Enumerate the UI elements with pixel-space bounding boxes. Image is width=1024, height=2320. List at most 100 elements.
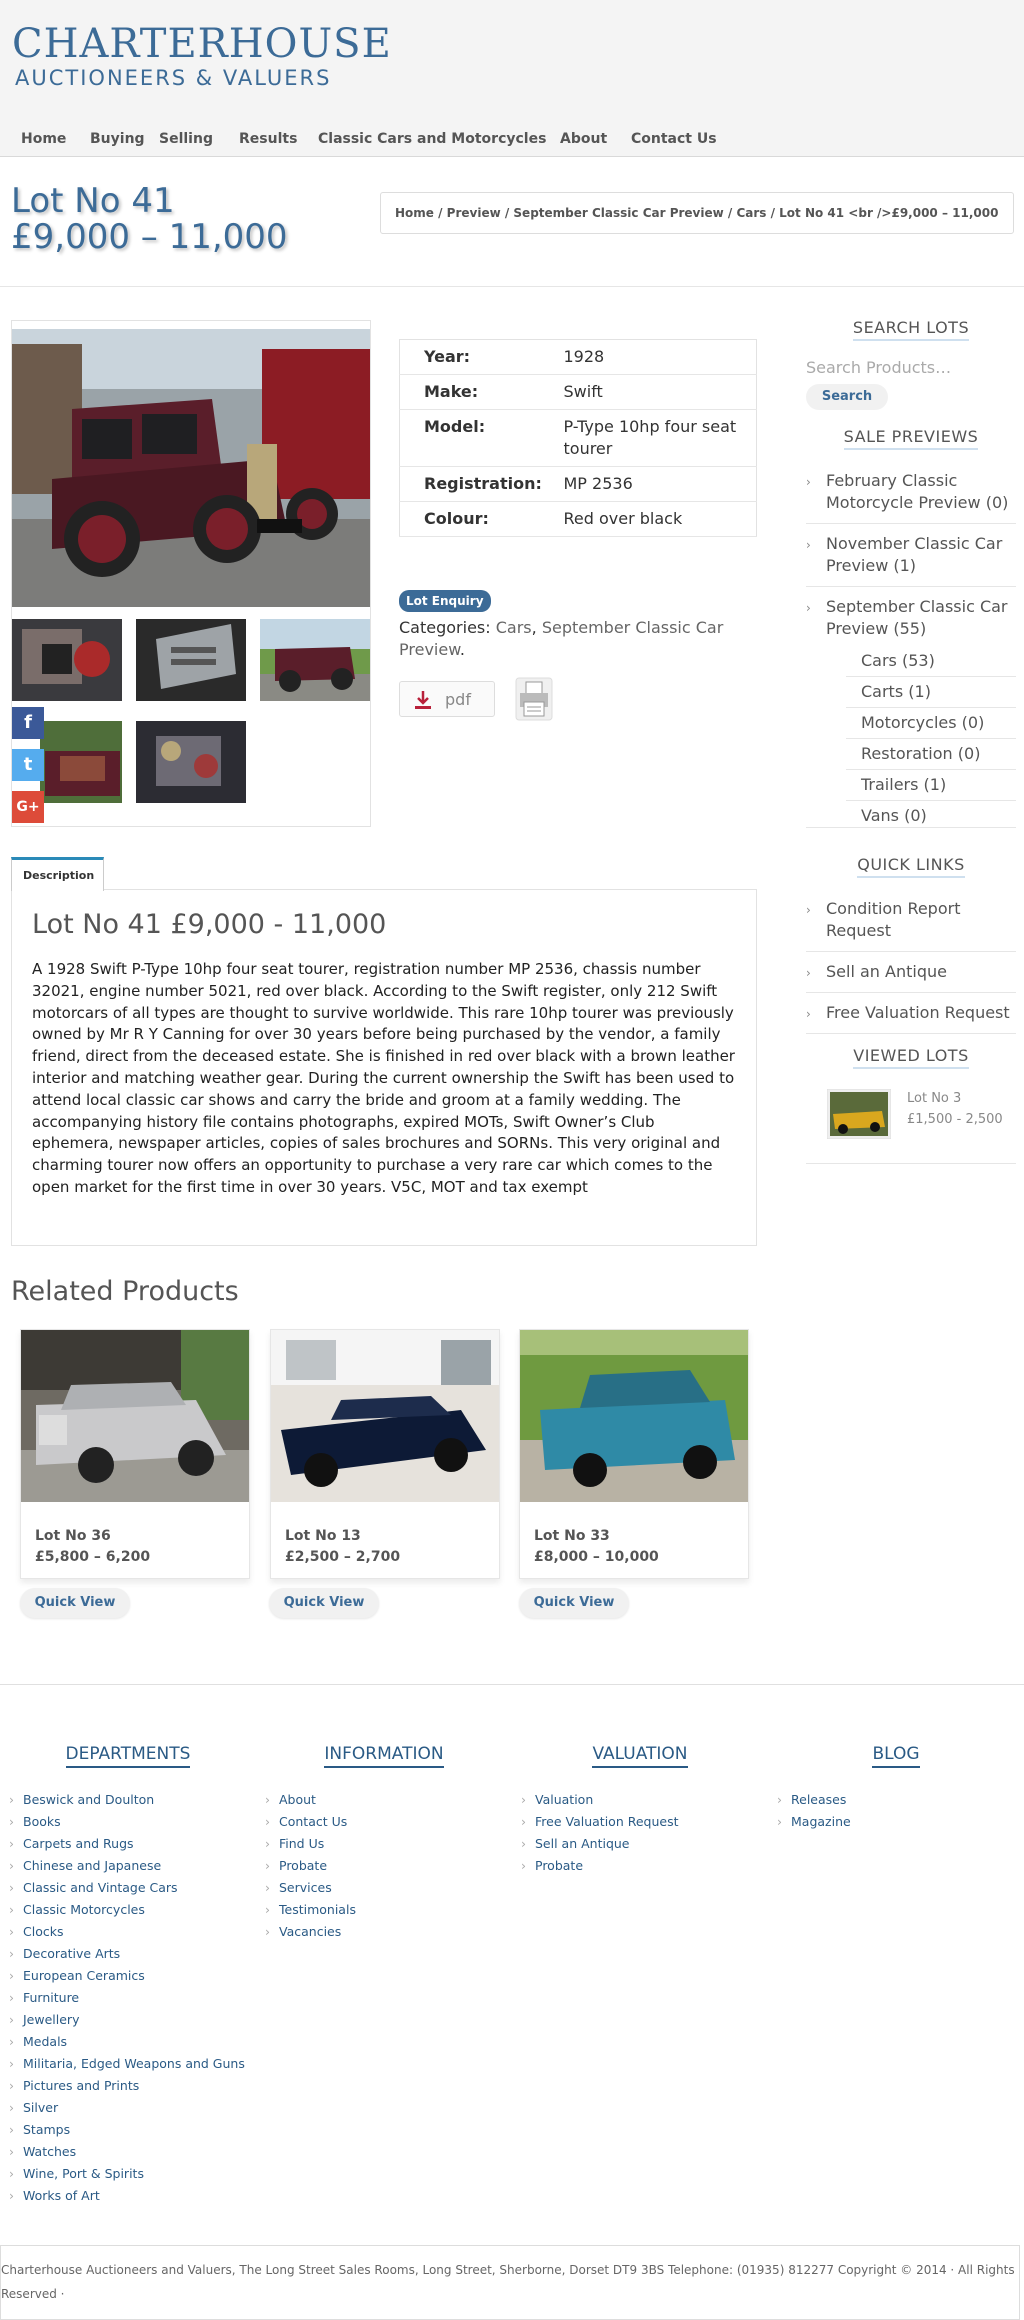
footer-link[interactable]: Wine, Port & Spirits [9,2163,245,2185]
footer-link[interactable]: Works of Art [9,2185,245,2207]
footer-link[interactable]: Valuation [521,1789,679,1811]
quick-view-button[interactable]: Quick View [519,1588,629,1618]
sidebar-subitem-vans[interactable]: Vans (0) [846,800,1016,831]
footer-link[interactable]: Testimonials [265,1899,356,1921]
nav-results[interactable]: Results [239,131,318,147]
sub-count: (1) [923,775,947,794]
main-product-photo[interactable] [12,329,370,607]
gallery-thumb[interactable] [136,721,246,803]
google-plus-icon[interactable]: G+ [12,791,44,823]
tab-description[interactable]: Description [11,857,104,891]
chevron-right-icon: › [806,475,811,489]
logo-name: CHARTERHOUSE [12,21,392,67]
related-lot-price: £8,000 – 10,000 [534,1549,659,1565]
sidebar-link-sell-antique[interactable]: › Sell an Antique [806,960,1016,993]
footer-link[interactable]: Medals [9,2031,245,2053]
viewed-lot-name[interactable]: Lot No 3 [907,1091,961,1106]
related-product-card[interactable]: Lot No 33 £8,000 – 10,000 [519,1329,749,1579]
footer-link[interactable]: Militaria, Edged Weapons and Guns [9,2053,245,2075]
related-product-card[interactable]: Lot No 36 £5,800 – 6,200 [20,1329,250,1579]
footer-link[interactable]: Decorative Arts [9,1943,245,1965]
spec-row: Year: 1928 [399,339,757,375]
sidebar-link-condition-report[interactable]: › Condition Report Request [806,897,1016,952]
footer-link[interactable]: Stamps [9,2119,245,2141]
footer-link[interactable]: Silver [9,2097,245,2119]
gallery-thumb[interactable] [12,619,122,701]
spec-row: Model: P-Type 10hp four seat tourer [399,409,757,467]
logo-tagline: AUCTIONEERS & VALUERS [15,66,332,90]
footer-link[interactable]: Find Us [265,1833,356,1855]
facebook-icon[interactable]: f [12,707,44,739]
sidebar-link-free-valuation[interactable]: › Free Valuation Request [806,1001,1016,1034]
sidebar-subitem-carts[interactable]: Carts (1) [846,676,1016,708]
footer-link[interactable]: Beswick and Doulton [9,1789,245,1811]
footer-link[interactable]: Pictures and Prints [9,2075,245,2097]
twitter-icon[interactable]: t [12,749,44,781]
gallery-thumb[interactable] [40,721,122,803]
spec-key: Make: [399,374,564,410]
footer-link[interactable]: Carpets and Rugs [9,1833,245,1855]
footer-link[interactable]: Releases [777,1789,851,1811]
footer-link[interactable]: Furniture [9,1987,245,2009]
sidebar-subitem-cars[interactable]: Cars (53) [846,645,1016,677]
footer-link[interactable]: Watches [9,2141,245,2163]
categories-end: . [459,640,465,659]
footer-link[interactable]: Probate [265,1855,356,1877]
nav-selling[interactable]: Selling [159,131,239,147]
footer-link[interactable]: Probate [521,1855,679,1877]
gallery-thumb[interactable] [136,619,246,701]
footer-link[interactable]: Clocks [9,1921,245,1943]
footer-link[interactable]: Magazine [777,1811,851,1833]
sub-name: Cars [861,651,897,670]
lot-enquiry-button[interactable]: Lot Enquiry [399,590,491,612]
footer-departments-heading: DEPARTMENTS [13,1744,243,1768]
search-input[interactable]: Search Products… [806,358,1016,377]
footer-link[interactable]: Jewellery [9,2009,245,2031]
spec-value: MP 2536 [563,466,757,502]
sidebar-subitem-motorcycles[interactable]: Motorcycles (0) [846,707,1016,739]
footer-link[interactable]: About [265,1789,356,1811]
breadcrumb[interactable]: Home / Preview / September Classic Car P… [380,192,1014,234]
footer-link[interactable]: Sell an Antique [521,1833,679,1855]
footer-link[interactable]: Classic and Vintage Cars [9,1877,245,1899]
footer-blog-list: ReleasesMagazine [777,1789,851,1833]
nav-classic-cars[interactable]: Classic Cars and Motorcycles [318,131,560,147]
gallery-thumb[interactable] [260,619,370,701]
preview-count: (1) [893,556,917,575]
sidebar-subitem-restoration[interactable]: Restoration (0) [846,738,1016,770]
viewed-lot-thumbnail[interactable] [827,1089,891,1139]
site-logo[interactable]: CHARTERHOUSE AUCTIONEERS & VALUERS [12,22,392,90]
related-product-image[interactable] [520,1330,748,1502]
description-heading: Lot No 41 £9,000 - 11,000 [32,909,387,940]
quick-view-button[interactable]: Quick View [269,1588,379,1618]
related-product-image[interactable] [271,1330,499,1502]
sidebar-subitem-trailers[interactable]: Trailers (1) [846,769,1016,801]
print-icon[interactable] [514,676,554,722]
related-product-card[interactable]: Lot No 13 £2,500 – 2,700 [270,1329,500,1579]
footer-link[interactable]: Books [9,1811,245,1833]
sub-name: Motorcycles [861,713,957,732]
sub-name: Trailers [861,775,919,794]
sidebar-item-february-preview[interactable]: › February Classic Motorcycle Preview (0… [806,469,1016,524]
nav-home[interactable]: Home [21,131,90,147]
chevron-right-icon: › [806,903,811,917]
footer-link[interactable]: Services [265,1877,356,1899]
pdf-button[interactable]: pdf [399,681,495,717]
footer-link[interactable]: Chinese and Japanese [9,1855,245,1877]
footer-link[interactable]: Contact Us [265,1811,356,1833]
category-link-cars[interactable]: Cars [496,618,532,637]
quick-view-button[interactable]: Quick View [20,1588,130,1618]
search-button[interactable]: Search [806,384,888,410]
nav-buying[interactable]: Buying [90,131,159,147]
main-nav: Home Buying Selling Results Classic Cars… [21,131,731,147]
related-lot-price: £5,800 – 6,200 [35,1549,151,1565]
sidebar-item-november-preview[interactable]: › November Classic Car Preview (1) [806,532,1016,587]
related-product-image[interactable] [21,1330,249,1502]
nav-about[interactable]: About [560,131,631,147]
footer-link[interactable]: Classic Motorcycles [9,1899,245,1921]
nav-contact[interactable]: Contact Us [631,131,731,147]
related-products-heading: Related Products [11,1276,239,1307]
footer-link[interactable]: Free Valuation Request [521,1811,679,1833]
footer-link[interactable]: European Ceramics [9,1965,245,1987]
footer-link[interactable]: Vacancies [265,1921,356,1943]
